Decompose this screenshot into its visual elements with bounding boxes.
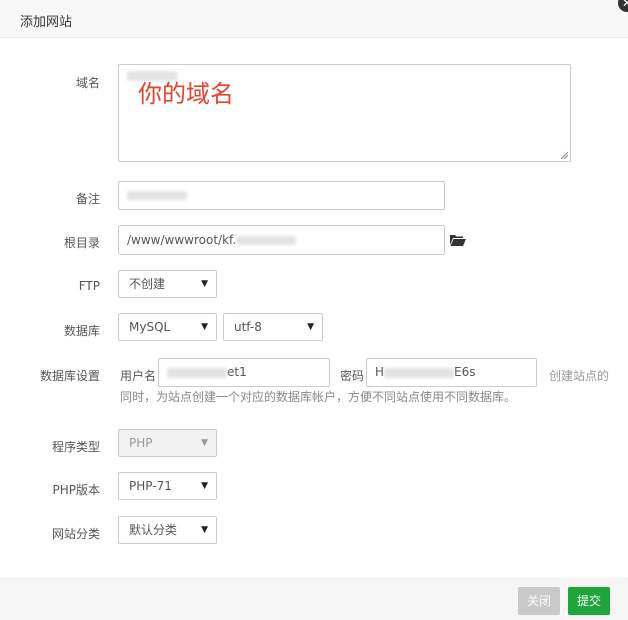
site-category-label: 网站分类 <box>51 527 100 541</box>
database-type-select[interactable]: MySQL ▼ <box>118 313 217 341</box>
chevron-down-icon: ▼ <box>201 525 208 535</box>
close-button[interactable]: 关闭 <box>518 587 561 615</box>
db-settings-label: 数据库设置 <box>39 369 100 383</box>
domain-label: 域名 <box>75 76 100 90</box>
dialog-title: 添加网站 <box>20 15 73 30</box>
db-password-label: 密码 <box>340 369 365 383</box>
db-password-input[interactable]: H E6s <box>366 358 537 387</box>
php-version-label: PHP版本 <box>52 483 101 497</box>
redacted-username <box>167 367 227 378</box>
php-version-selected: PHP-71 <box>129 479 172 493</box>
redacted-password <box>384 367 455 378</box>
folder-open-icon[interactable] <box>450 234 466 246</box>
program-type-select: PHP ▼ <box>118 429 217 457</box>
db-password-suffix: E6s <box>454 365 476 379</box>
php-version-select[interactable]: PHP-71 ▼ <box>118 472 217 500</box>
site-category-selected: 默认分类 <box>129 523 178 537</box>
db-password-prefix: H <box>375 365 385 379</box>
database-type-selected: MySQL <box>129 320 171 334</box>
ftp-label: FTP <box>78 279 100 293</box>
root-input[interactable]: /www/wwwroot/kf. <box>118 225 445 255</box>
resize-handle-icon[interactable] <box>560 151 568 159</box>
db-username-input[interactable]: et1 <box>158 358 330 387</box>
database-label: 数据库 <box>63 324 100 338</box>
redacted-remark <box>127 191 187 200</box>
site-category-select[interactable]: 默认分类 ▼ <box>118 516 217 544</box>
submit-button[interactable]: 提交 <box>568 587 611 615</box>
remark-input[interactable] <box>118 181 445 210</box>
dialog-header: 添加网站 <box>0 0 628 38</box>
program-type-selected: PHP <box>129 436 153 450</box>
chevron-down-icon: ▼ <box>201 279 208 289</box>
chevron-down-icon: ▼ <box>201 438 208 448</box>
root-value: /www/wwwroot/kf. <box>127 233 237 247</box>
program-type-label: 程序类型 <box>51 440 100 454</box>
redacted-root <box>236 236 297 245</box>
chevron-down-icon: ▼ <box>307 322 314 332</box>
domain-annotation: 你的域名 <box>138 80 234 108</box>
ftp-select[interactable]: 不创建 ▼ <box>118 270 217 298</box>
db-hint-line1: 创建站点的 <box>549 369 610 383</box>
remark-label: 备注 <box>75 192 100 206</box>
database-charset-selected: utf-8 <box>234 320 262 334</box>
dialog-footer: 关闭 提交 <box>0 578 628 620</box>
database-charset-select[interactable]: utf-8 ▼ <box>223 313 323 341</box>
db-username-label: 用户名 <box>120 369 157 383</box>
chevron-down-icon: ▼ <box>201 481 208 491</box>
db-username-value: et1 <box>227 365 247 379</box>
ftp-selected: 不创建 <box>129 277 166 291</box>
root-label: 根目录 <box>63 236 100 250</box>
db-hint-line2: 同时，为站点创建一个对应的数据库帐户，方便不同站点使用不同数据库。 <box>120 390 517 404</box>
chevron-down-icon: ▼ <box>201 322 208 332</box>
